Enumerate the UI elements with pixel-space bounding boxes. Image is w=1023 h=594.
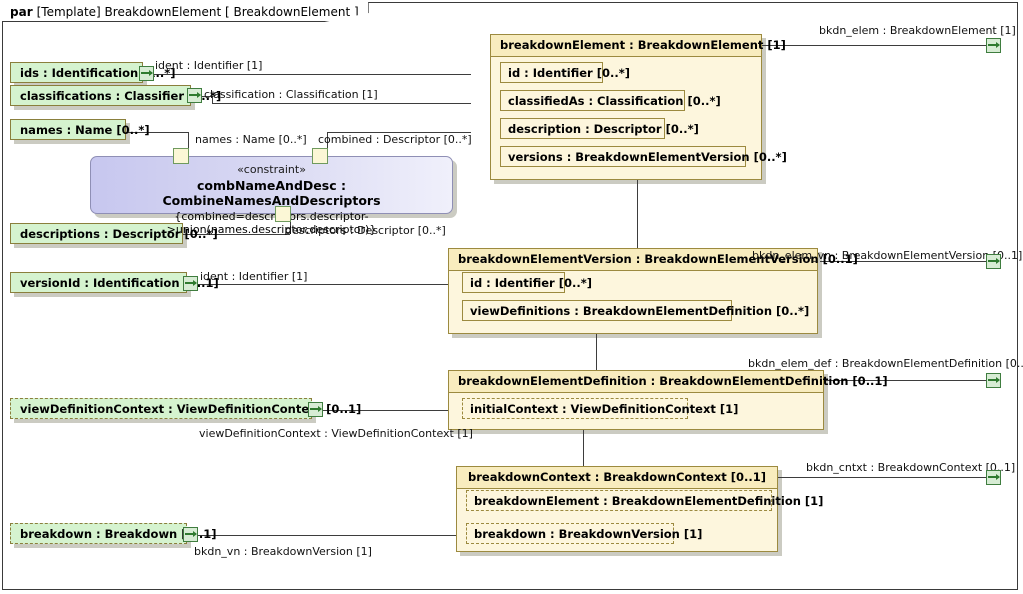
breakdown-part-port[interactable] bbox=[183, 527, 198, 542]
breakdown-element-definition-block-header: breakdownElementDefinition : BreakdownEl… bbox=[449, 371, 888, 393]
frame-keyword: par bbox=[10, 4, 33, 19]
property-viewdefinitions-label: viewDefinitions : BreakdownElementDefini… bbox=[470, 303, 810, 318]
constraint-block[interactable]: «constraint» combNameAndDesc : CombineNa… bbox=[90, 156, 453, 236]
connector-breakdown-to-breakdownversion bbox=[193, 535, 464, 536]
constraint-port-names[interactable] bbox=[173, 148, 189, 164]
diagram-canvas: par [Template] BreakdownElement [ Breakd… bbox=[0, 0, 1023, 594]
property-description[interactable]: description : Descriptor [0..*] bbox=[500, 118, 699, 139]
label-classification: classification : Classification [1] bbox=[204, 88, 378, 101]
port-bkdn-cntxt[interactable] bbox=[986, 470, 1001, 485]
property-context-breakdownelement-label: breakdownElement : BreakdownElementDefin… bbox=[474, 493, 824, 508]
breakdown-element-block-header: breakdownElement : BreakdownElement [1] bbox=[491, 35, 786, 57]
breakdown-part[interactable]: breakdown : Breakdown [0..1] bbox=[10, 523, 217, 544]
label-bkdn-elem-vn: bkdn_elem_vn : BreakdownElementVersion [… bbox=[752, 249, 1023, 262]
property-version-id-label: id : Identifier [0..*] bbox=[470, 275, 592, 290]
property-context-breakdown-label: breakdown : BreakdownVersion [1] bbox=[474, 526, 703, 541]
constraint-port-combined[interactable] bbox=[312, 148, 328, 164]
names-part[interactable]: names : Name [0..*] bbox=[10, 119, 150, 140]
ids-part[interactable]: ids : Identification [1..*] bbox=[10, 62, 175, 83]
property-classifiedas-label: classifiedAs : Classification [0..*] bbox=[508, 93, 721, 108]
constraint-port-descriptors[interactable] bbox=[275, 206, 291, 222]
label-names: names : Name [0..*] bbox=[195, 133, 307, 146]
classifications-part[interactable]: classifications : Classifier [0..*] bbox=[10, 85, 221, 106]
label-ident-top: ident : Identifier [1] bbox=[155, 59, 263, 72]
label-bkdn-cntxt: bkdn_cntxt : BreakdownContext [0..1] bbox=[806, 461, 1016, 474]
label-viewdefctx: viewDefinitionContext : ViewDefinitionCo… bbox=[199, 427, 473, 440]
connector-names-b bbox=[188, 132, 189, 148]
ids-part-port[interactable] bbox=[139, 66, 154, 81]
property-viewdefinitions[interactable]: viewDefinitions : BreakdownElementDefini… bbox=[462, 300, 809, 321]
versionid-part-port[interactable] bbox=[183, 276, 198, 291]
versionid-part[interactable]: versionId : Identification [0..1] bbox=[10, 272, 219, 293]
frame-header-tab: par [Template] BreakdownElement [ Breakd… bbox=[2, 2, 369, 22]
label-combined: combined : Descriptor [0..*] bbox=[318, 133, 472, 146]
connector-versionid-to-id bbox=[193, 284, 471, 285]
property-initialcontext[interactable]: initialContext : ViewDefinitionContext [… bbox=[462, 398, 738, 419]
port-bkdn-elem-def[interactable] bbox=[986, 373, 1001, 388]
property-description-label: description : Descriptor [0..*] bbox=[508, 121, 699, 136]
label-descriptors: descriptors : Descriptor [0..*] bbox=[285, 224, 446, 237]
label-bkdn-vn: bkdn_vn : BreakdownVersion [1] bbox=[194, 545, 372, 558]
classifications-part-port[interactable] bbox=[187, 88, 202, 103]
viewdefinitioncontext-part-port[interactable] bbox=[308, 402, 323, 417]
property-initialcontext-label: initialContext : ViewDefinitionContext [… bbox=[470, 401, 739, 416]
label-bkdn-elem-def: bkdn_elem_def : BreakdownElementDefiniti… bbox=[748, 357, 1023, 370]
breakdown-context-block-header: breakdownContext : BreakdownContext [0..… bbox=[457, 467, 777, 489]
names-part-label: names : Name [0..*] bbox=[20, 122, 150, 137]
constraint-stereotype: «constraint» bbox=[237, 163, 306, 176]
label-ident-version: ident : Identifier [1] bbox=[200, 270, 308, 283]
connector-versions-to-version-block bbox=[637, 170, 638, 248]
connector-bkdn-elem bbox=[760, 45, 993, 46]
property-context-breakdownelement[interactable]: breakdownElement : BreakdownElementDefin… bbox=[466, 490, 823, 511]
property-versions-label: versions : BreakdownElementVersion [0..*… bbox=[508, 149, 787, 164]
property-classifiedas[interactable]: classifiedAs : Classification [0..*] bbox=[500, 90, 721, 111]
viewdefinitioncontext-part[interactable]: viewDefinitionContext : ViewDefinitionCo… bbox=[10, 398, 361, 419]
property-id[interactable]: id : Identifier [0..*] bbox=[500, 62, 630, 83]
constraint-name: combNameAndDesc : CombineNamesAndDescrip… bbox=[162, 178, 381, 208]
property-version-id[interactable]: id : Identifier [0..*] bbox=[462, 272, 592, 293]
frame-title: [Template] BreakdownElement [ BreakdownE… bbox=[36, 4, 359, 19]
label-bkdn-elem: bkdn_elem : BreakdownElement [1] bbox=[819, 24, 1016, 37]
property-context-breakdown[interactable]: breakdown : BreakdownVersion [1] bbox=[466, 523, 702, 544]
property-versions[interactable]: versions : BreakdownElementVersion [0..*… bbox=[500, 146, 787, 167]
connector-classifications-c bbox=[212, 103, 471, 104]
connector-ids-to-id bbox=[148, 74, 471, 75]
port-bkdn-elem[interactable] bbox=[986, 38, 1001, 53]
property-id-label: id : Identifier [0..*] bbox=[508, 65, 630, 80]
port-bkdn-elem-vn[interactable] bbox=[986, 254, 1001, 269]
connector-bkdn-cntxt bbox=[778, 477, 993, 478]
